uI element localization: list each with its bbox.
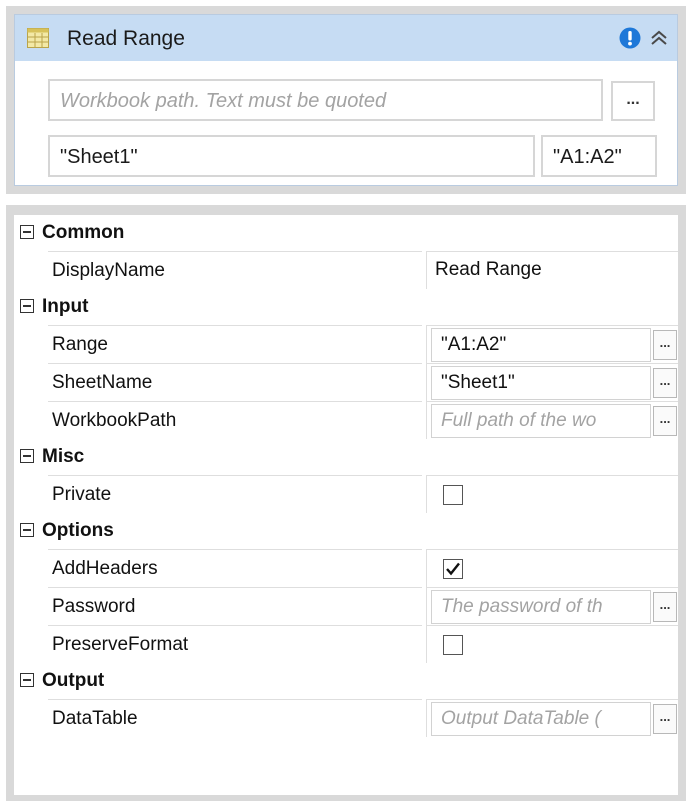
password-value-input[interactable]: The password of th [431,590,651,624]
datatable-value-input[interactable]: Output DataTable ( [431,702,651,736]
range-value-input[interactable]: "A1:A2" [431,328,651,362]
category-output[interactable]: Output [14,663,678,699]
category-label: Options [42,520,114,541]
workbook-browse-button[interactable]: ... [611,81,655,121]
addheaders-checkbox[interactable] [443,559,463,579]
property-preserveformat: PreserveFormat [14,625,678,663]
collapse-icon[interactable] [649,29,669,47]
property-value: "Sheet1" ... [426,363,678,401]
range-expression-button[interactable]: ... [653,330,677,360]
category-options[interactable]: Options [14,513,678,549]
property-workbookpath: WorkbookPath Full path of the wo ... [14,401,678,439]
property-value: Full path of the wo ... [426,401,678,439]
collapse-toggle-icon[interactable] [20,673,34,687]
property-name: Password [48,587,422,625]
property-value [426,549,678,587]
sheetname-expression-button[interactable]: ... [653,368,677,398]
workbook-path-input[interactable]: Workbook path. Text must be quoted [48,79,603,121]
properties-panel: Common DisplayName Read Range Input Rang… [6,205,686,801]
password-expression-button[interactable]: ... [653,592,677,622]
property-name: AddHeaders [48,549,422,587]
collapse-toggle-icon[interactable] [20,225,34,239]
property-value: "A1:A2" ... [426,325,678,363]
collapse-toggle-icon[interactable] [20,449,34,463]
category-label: Output [42,670,105,691]
activity-body: Read Range Workbook path. Text must be q… [14,14,678,186]
sheetname-value-input[interactable]: "Sheet1" [431,366,651,400]
category-label: Input [42,296,89,317]
collapse-toggle-icon[interactable] [20,523,34,537]
property-name: Private [48,475,422,513]
property-name: Range [48,325,422,363]
workbookpath-expression-button[interactable]: ... [653,406,677,436]
displayname-value[interactable]: Read Range [435,252,542,288]
property-displayname: DisplayName Read Range [14,251,678,289]
property-value [426,475,678,513]
sheet-name-input[interactable]: "Sheet1" [48,135,535,177]
category-input[interactable]: Input [14,289,678,325]
warning-icon[interactable] [619,27,641,49]
property-name: SheetName [48,363,422,401]
checkmark-icon [446,562,460,576]
category-label: Common [42,222,125,243]
property-value[interactable]: Read Range [426,251,678,289]
activity-title: Read Range [67,27,185,50]
category-label: Misc [42,446,85,467]
property-sheetname: SheetName "Sheet1" ... [14,363,678,401]
read-range-activity[interactable]: Read Range Workbook path. Text must be q… [6,6,686,194]
excel-sheet-icon [27,28,49,48]
private-checkbox[interactable] [443,485,463,505]
property-password: Password The password of th ... [14,587,678,625]
datatable-expression-button[interactable]: ... [653,704,677,734]
property-datatable: DataTable Output DataTable ( ... [14,699,678,737]
property-name: DataTable [48,699,422,737]
property-private: Private [14,475,678,513]
range-input[interactable]: "A1:A2" [541,135,657,177]
workbookpath-value-input[interactable]: Full path of the wo [431,404,651,438]
property-name: PreserveFormat [48,625,422,663]
property-value: The password of th ... [426,587,678,625]
property-addheaders: AddHeaders [14,549,678,587]
property-name: DisplayName [48,251,422,289]
properties-grid: Common DisplayName Read Range Input Rang… [14,215,678,795]
property-name: WorkbookPath [48,401,422,439]
category-misc[interactable]: Misc [14,439,678,475]
category-common[interactable]: Common [14,215,678,251]
property-value [426,625,678,663]
property-value: Output DataTable ( ... [426,699,678,737]
property-range: Range "A1:A2" ... [14,325,678,363]
preserveformat-checkbox[interactable] [443,635,463,655]
activity-header[interactable]: Read Range [15,15,677,61]
collapse-toggle-icon[interactable] [20,299,34,313]
